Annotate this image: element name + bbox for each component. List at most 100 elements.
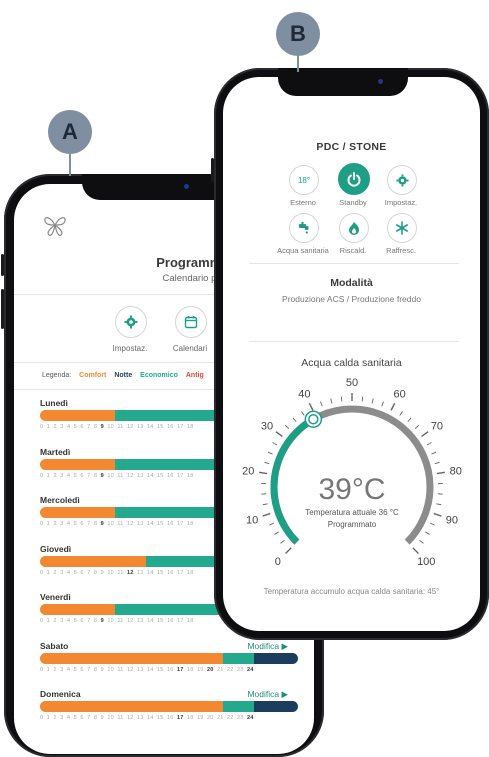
hour-tick: 19 (196, 666, 204, 673)
gauge-tick (308, 402, 314, 411)
hour-tick: 12 (126, 666, 134, 673)
hour-tick: 18 (186, 521, 194, 527)
hour-tick: 0 (40, 472, 44, 479)
current-temp: Temperatura attuale 36 °C (305, 508, 399, 517)
hour-tick: 3 (60, 472, 64, 479)
hour-tick: 18 (186, 472, 194, 479)
hour-tick: 22 (226, 666, 234, 673)
legend-label: Legenda: (42, 372, 72, 379)
gauge-handle[interactable] (304, 410, 323, 428)
heating-button[interactable] (339, 213, 369, 243)
hour-tick: 15 (156, 715, 164, 721)
hour-tick: 5 (73, 472, 77, 479)
hour-tick: 2 (53, 521, 57, 527)
hour-tick: 2 (53, 618, 57, 624)
hour-tick: 2 (53, 666, 57, 673)
standby-button[interactable] (338, 163, 370, 195)
gauge-tick (421, 431, 429, 438)
divider (249, 341, 459, 342)
hour-tick: 8 (93, 666, 98, 673)
hour-tick: 5 (73, 424, 77, 430)
dhw-button[interactable] (289, 213, 319, 243)
marker-a: A (48, 110, 92, 154)
temperature-gauge[interactable]: 0 10 20 30 40 50 60 70 80 90 100 39°C Temperatura at… (241, 377, 463, 587)
hour-tick: 7 (87, 569, 91, 576)
hour-tick: 21 (216, 666, 224, 673)
hour-tick: 1 (46, 715, 50, 721)
schedule-segment (223, 652, 255, 664)
hour-tick: 3 (60, 569, 64, 576)
settings-button[interactable] (115, 306, 147, 338)
hour-tick: 6 (80, 666, 84, 673)
outdoor-temp-button[interactable]: 18° (289, 165, 319, 195)
legend: Legenda: Comfort Notte Economico Antig (42, 372, 210, 379)
hour-tick: 1 (46, 618, 50, 624)
gauge-tick (431, 451, 437, 455)
gauge-scale-label: 60 (394, 388, 406, 400)
legend-economico: Economico (140, 372, 178, 379)
hour-tick: 2 (53, 472, 57, 479)
hour-tick: 5 (73, 618, 77, 624)
hour-tick: 4 (66, 472, 71, 479)
footer-text: Temperatura accumulo acqua calda sanitar… (263, 587, 440, 596)
hour-tick: 13 (136, 521, 144, 527)
hour-tick: 20 (206, 666, 214, 673)
day-name: Martedì (40, 446, 71, 457)
gauge-tick (436, 503, 442, 506)
hour-tick: 13 (136, 569, 144, 576)
schedule-bar[interactable] (40, 701, 298, 712)
gauge-tick (275, 431, 283, 438)
hour-tick: 7 (87, 666, 91, 673)
schedule-bar[interactable] (40, 652, 298, 664)
edit-link[interactable]: Modifica ▶ (247, 641, 288, 652)
hour-tick: 8 (93, 472, 98, 479)
hour-tick: 6 (80, 715, 84, 721)
hour-tick: 18 (186, 715, 194, 721)
gauge-tick (280, 539, 285, 544)
gauge-tick (285, 547, 292, 554)
flame-icon (349, 222, 359, 235)
hour-tick: 12 (126, 472, 134, 479)
hour-tick: 1 (46, 666, 50, 673)
hour-tick: 17 (176, 424, 184, 430)
hour-tick: 5 (73, 521, 77, 527)
hour-tick: 18 (186, 666, 194, 673)
hour-tick: 11 (117, 666, 124, 673)
gauge-tick (436, 471, 445, 475)
cooling-button[interactable] (387, 213, 417, 243)
hour-tick: 15 (156, 472, 164, 479)
hour-tick: 6 (80, 424, 84, 430)
hour-tick: 8 (93, 521, 98, 527)
hour-tick: 17 (176, 569, 184, 576)
hour-tick: 4 (66, 424, 71, 430)
gauge-tick (259, 471, 268, 475)
gauge-tick (419, 539, 424, 544)
gauge-tick (301, 411, 305, 416)
hour-tick: 0 (40, 666, 44, 673)
settings-button[interactable] (387, 165, 417, 195)
hour-tick: 4 (66, 569, 71, 576)
hour-tick: 11 (117, 569, 124, 576)
hour-tick: 4 (66, 618, 71, 624)
schedule-segment (40, 458, 115, 470)
gauge-tick (390, 402, 396, 411)
hour-tick: 24 (246, 666, 254, 673)
hour-tick: 12 (126, 715, 134, 721)
hour-tick: 10 (107, 521, 114, 527)
butterfly-logo-icon (44, 217, 66, 236)
side-button (1, 289, 4, 329)
gauge-scale-label: 10 (246, 514, 258, 526)
edit-link[interactable]: Modifica ▶ (247, 689, 288, 700)
hour-tick: 10 (107, 666, 114, 673)
hour-tick: 17 (176, 521, 184, 527)
gauge-mode: Programmato (328, 520, 377, 529)
hour-tick: 15 (156, 618, 164, 624)
hour-tick: 14 (146, 666, 154, 673)
gauge-scale-label: 90 (446, 514, 458, 526)
hour-tick: 3 (60, 666, 64, 673)
hour-tick: 14 (146, 424, 154, 430)
calendars-button[interactable] (175, 306, 207, 338)
gauge-scale-label: 30 (261, 420, 273, 432)
gauge-title: Acqua calda sanitaria (301, 357, 402, 369)
hour-tick: 9 (100, 472, 104, 479)
